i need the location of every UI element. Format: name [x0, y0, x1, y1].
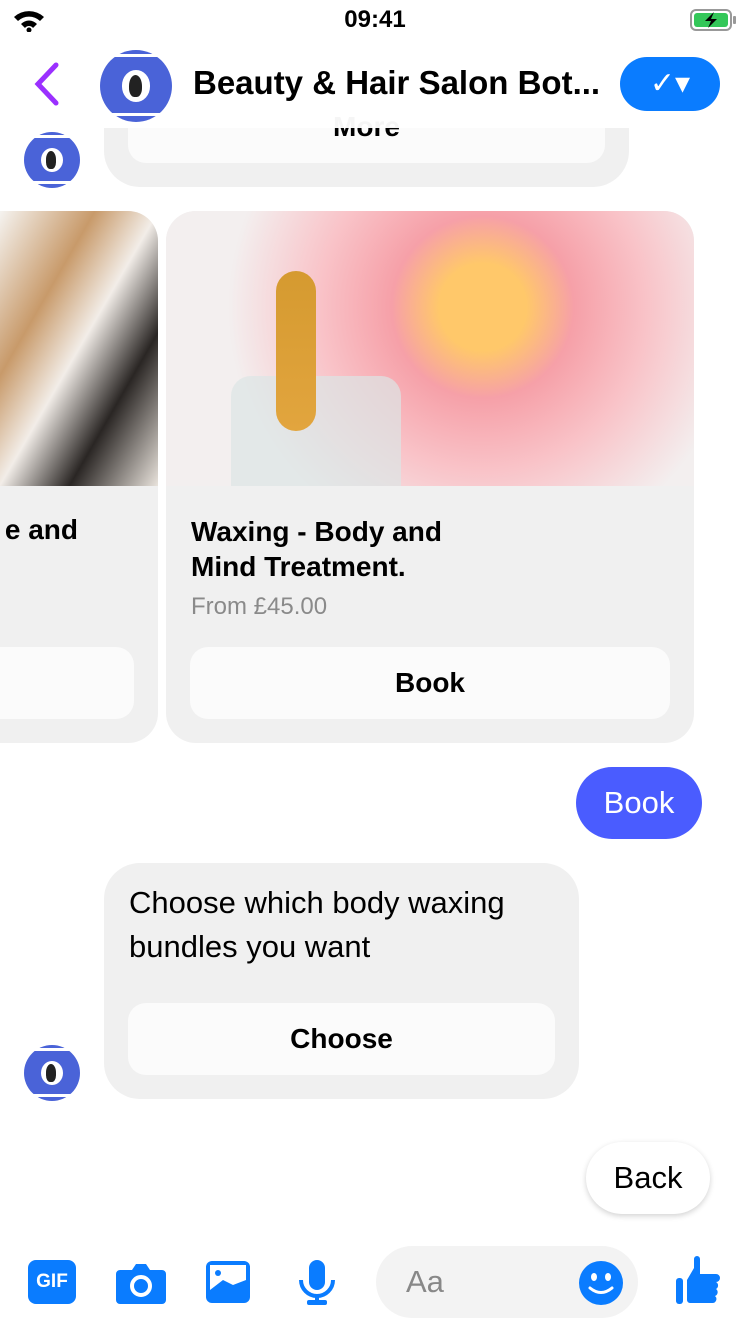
book-button[interactable]: Book: [190, 647, 670, 719]
chevron-left-icon[interactable]: [32, 62, 62, 106]
thumbs-up-icon[interactable]: [674, 1256, 724, 1306]
card-image: [166, 211, 694, 486]
message-input[interactable]: Aa: [376, 1246, 638, 1318]
card-price: From £45.00: [191, 593, 328, 620]
user-message-bubble: Book: [576, 767, 702, 839]
composer-bar: GIF Aa: [0, 1240, 750, 1334]
card-title: e and: [4, 514, 78, 545]
bot-avatar[interactable]: [100, 50, 172, 122]
choose-button[interactable]: Choose: [128, 1003, 555, 1075]
card-title: Waxing - Body and: [191, 516, 442, 547]
battery-charging-icon: [690, 9, 736, 31]
bot-message-bubble: Choose which body waxing bundles you wan…: [104, 863, 579, 1099]
bot-message-text: Choose which body waxing bundles you wan…: [129, 885, 505, 964]
clock: 09:41: [344, 6, 406, 33]
chat-header: Beauty & Hair Salon Bot... ✓▾: [0, 40, 750, 128]
microphone-icon[interactable]: [297, 1260, 337, 1306]
status-bar: 09:41: [0, 0, 750, 40]
photo-icon[interactable]: [205, 1260, 251, 1304]
camera-icon[interactable]: [116, 1260, 166, 1304]
chat-title[interactable]: Beauty & Hair Salon Bot...: [193, 64, 600, 102]
message-input-placeholder: Aa: [406, 1264, 444, 1299]
card-button[interactable]: [0, 647, 134, 719]
quick-reply-back[interactable]: Back: [586, 1142, 710, 1214]
emoji-icon[interactable]: [578, 1260, 624, 1306]
bot-avatar-small: [24, 132, 80, 188]
verified-dropdown-button[interactable]: ✓▾: [620, 57, 720, 111]
card-title-line2: Mind Treatment.: [191, 551, 406, 582]
gif-icon[interactable]: GIF: [28, 1260, 76, 1304]
carousel-card-waxing[interactable]: Waxing - Body and Mind Treatment. From £…: [166, 211, 694, 743]
card-image: [0, 211, 158, 486]
bot-avatar-small: [24, 1045, 80, 1101]
carousel-card[interactable]: e and: [0, 211, 158, 743]
